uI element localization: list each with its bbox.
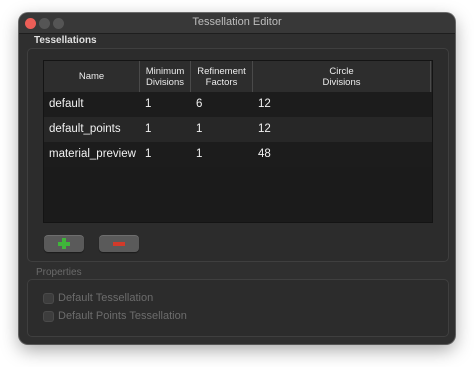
column-header-minimum-divisions[interactable]: Minimum Divisions	[140, 61, 191, 92]
default-points-tessellation-label: Default Points Tessellation	[58, 310, 187, 322]
title-bar[interactable]: Tessellation Editor	[19, 13, 455, 34]
properties-group-label: Properties	[36, 267, 82, 278]
cell-name: default	[49, 98, 84, 110]
column-header-name[interactable]: Name	[44, 61, 140, 92]
tessellation-editor-window: Tessellation Editor Tessellations Name M…	[19, 13, 455, 344]
window-title: Tessellation Editor	[192, 16, 282, 28]
cell-minimum-divisions: 1	[145, 148, 152, 160]
cell-name: default_points	[49, 123, 121, 135]
table-header: Name Minimum Divisions Refinement Factor…	[44, 61, 432, 93]
properties-group: Default Tessellation Default Points Tess…	[27, 279, 449, 337]
tessellations-group: Name Minimum Divisions Refinement Factor…	[27, 48, 449, 262]
cell-name: material_preview	[49, 148, 136, 160]
cell-refinement-factors: 1	[196, 123, 203, 135]
table-row[interactable]: material_preview 1 1 48	[44, 142, 432, 167]
remove-tessellation-button[interactable]	[99, 235, 139, 252]
table-row[interactable]: default_points 1 1 12	[44, 117, 432, 142]
cell-circle-divisions: 12	[258, 123, 271, 135]
default-tessellation-checkbox[interactable]	[43, 293, 54, 304]
cell-refinement-factors: 6	[196, 98, 203, 110]
plus-icon	[58, 238, 70, 249]
tessellations-table[interactable]: Name Minimum Divisions Refinement Factor…	[43, 60, 433, 223]
column-header-circle-divisions[interactable]: Circle Divisions	[253, 61, 431, 92]
default-tessellation-label: Default Tessellation	[58, 292, 154, 304]
cell-refinement-factors: 1	[196, 148, 203, 160]
default-points-tessellation-checkbox[interactable]	[43, 311, 54, 322]
cell-minimum-divisions: 1	[145, 123, 152, 135]
cell-circle-divisions: 12	[258, 98, 271, 110]
minus-icon	[113, 242, 125, 246]
table-row[interactable]: default 1 6 12	[44, 92, 432, 117]
tessellations-group-label: Tessellations	[34, 35, 97, 46]
cell-minimum-divisions: 1	[145, 98, 152, 110]
add-tessellation-button[interactable]	[44, 235, 84, 252]
cell-circle-divisions: 48	[258, 148, 271, 160]
column-header-refinement-factors[interactable]: Refinement Factors	[191, 61, 253, 92]
